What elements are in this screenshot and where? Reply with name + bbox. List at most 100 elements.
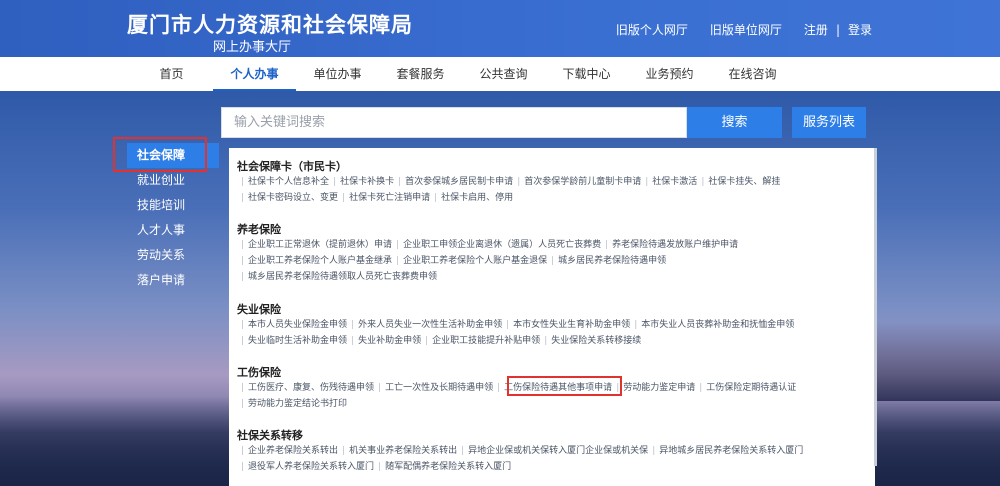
service-link[interactable]: 机关事业养老保险关系转出 <box>349 446 457 456</box>
service-section: 失业保险 | 本市人员失业保险金申领 | 外来人员失业一次性生活补助金申领 | 本市女性失业… <box>237 301 794 349</box>
service-link[interactable]: 劳动能力鉴定结论书打印 <box>248 399 347 409</box>
nav-consult[interactable]: 在线咨询 <box>711 57 794 91</box>
old-unit-link[interactable]: 旧版单位网厅 <box>710 21 782 38</box>
service-link[interactable]: 异地企业保或机关保转入厦门企业保或机关保 <box>468 446 648 456</box>
service-link[interactable]: 工伤保险定期待遇认证 <box>706 383 796 393</box>
service-link[interactable]: 工伤医疗、康复、伤残待遇申领 <box>248 383 374 393</box>
service-link[interactable]: 社保卡密码设立、变更 <box>248 193 338 203</box>
link-row: | 社保卡密码设立、变更 | 社保卡死亡注销申请 | 社保卡启用、停用 <box>237 190 780 206</box>
link-divider: | <box>699 383 703 393</box>
service-link[interactable]: 首次参保城乡居民制卡申请 <box>405 177 513 187</box>
link-divider: | <box>701 177 705 187</box>
link-divider: | <box>241 256 245 266</box>
service-link[interactable]: 本市人员失业保险金申领 <box>248 320 347 330</box>
city-lights <box>875 321 1000 401</box>
link-row: | 企业养老保险关系转出 | 机关事业养老保险关系转出 | 异地企业保或机关保转入厦门企业… <box>237 443 803 459</box>
sidebar-item-talent[interactable]: 人才人事 <box>127 218 227 243</box>
service-link[interactable]: 外来人员失业一次性生活补助金申领 <box>358 320 502 330</box>
site-subtitle: 网上办事大厅 <box>213 40 292 55</box>
link-row: | 城乡居民养老保险待遇领取人员死亡丧葬费申领 <box>237 269 738 285</box>
search-input[interactable] <box>222 108 686 137</box>
link-divider: | <box>461 446 465 456</box>
nav-unit[interactable]: 单位办事 <box>296 57 379 91</box>
link-divider: | <box>241 320 245 330</box>
service-link[interactable]: 随军配偶养老保险关系转入厦门 <box>385 462 511 472</box>
search-box <box>221 107 687 138</box>
link-divider: | <box>497 383 501 393</box>
link-row: | 企业职工养老保险个人账户基金继承 | 企业职工养老保险个人账户基金退保 | 城乡居民养… <box>237 253 738 269</box>
service-link[interactable]: 企业职工技能提升补贴申领 <box>432 336 540 346</box>
sidebar-item-household[interactable]: 落户申请 <box>127 268 227 293</box>
register-link[interactable]: 注册 <box>804 21 828 38</box>
link-row: | 企业职工正常退休（提前退休）申请 | 企业职工申领企业离退休（遗属）人员死亡丧葬费… <box>237 237 738 253</box>
service-link[interactable]: 企业职工正常退休（提前退休）申请 <box>248 240 392 250</box>
link-divider: | <box>241 383 245 393</box>
panel-scrollbar[interactable] <box>874 148 877 466</box>
service-link[interactable]: 退役军人养老保险关系转入厦门 <box>248 462 374 472</box>
service-link[interactable]: 异地城乡居民养老保险关系转入厦门 <box>659 446 803 456</box>
nav-appointment[interactable]: 业务预约 <box>628 57 711 91</box>
service-link[interactable]: 社保卡挂失、解挂 <box>708 177 780 187</box>
section-links: | 本市人员失业保险金申领 | 外来人员失业一次性生活补助金申领 | 本市女性失业生育补助… <box>237 317 794 349</box>
service-section: 社会保障卡（市民卡） | 社保卡个人信息补全 | 社保卡补换卡 | 首次参保城乡居民制卡申请… <box>237 158 780 206</box>
link-divider: | <box>605 240 609 250</box>
service-link[interactable]: 本市女性失业生育补助金申领 <box>513 320 630 330</box>
main-nav: 首页 个人办事 单位办事 套餐服务 公共查询 下载中心 业务预约 在线咨询 <box>0 57 1000 91</box>
link-row: | 本市人员失业保险金申领 | 外来人员失业一次性生活补助金申领 | 本市女性失业生育补助… <box>237 317 794 333</box>
service-link[interactable]: 首次参保学龄前儿童制卡申请 <box>524 177 641 187</box>
service-link[interactable]: 失业保险关系转移接续 <box>551 336 641 346</box>
service-link[interactable]: 劳动能力鉴定申请 <box>623 383 695 393</box>
sidebar-item-labor-relations[interactable]: 劳动关系 <box>127 243 227 268</box>
service-link[interactable]: 城乡居民养老保险待遇申领 <box>558 256 666 266</box>
link-divider: | <box>398 177 402 187</box>
link-divider: | <box>378 462 382 472</box>
service-link[interactable]: 养老保险待遇发放账户维护申请 <box>612 240 738 250</box>
link-divider: | <box>425 336 429 346</box>
link-divider: | <box>241 177 245 187</box>
link-divider: | <box>351 336 355 346</box>
link-divider: | <box>634 320 638 330</box>
header-banner: 厦门市人力资源和社会保障局 网上办事大厅 旧版个人网厅 旧版单位网厅 注册 | … <box>0 0 1000 57</box>
service-link[interactable]: 社保卡激活 <box>652 177 697 187</box>
service-link[interactable]: 社保卡死亡注销申请 <box>349 193 430 203</box>
link-divider: | <box>241 336 245 346</box>
nav-home[interactable]: 首页 <box>130 57 213 91</box>
link-divider: | <box>241 240 245 250</box>
service-section: 养老保险 | 企业职工正常退休（提前退休）申请 | 企业职工申领企业离退休（遗属）人员死… <box>237 221 738 285</box>
service-link[interactable]: 企业职工申领企业离退休（遗属）人员死亡丧葬费 <box>403 240 601 250</box>
search-button[interactable]: 搜索 <box>687 107 782 138</box>
login-link[interactable]: 登录 <box>848 21 872 38</box>
service-link[interactable]: 失业临时生活补助金申领 <box>248 336 347 346</box>
top-links: 旧版个人网厅 旧版单位网厅 注册 | 登录 <box>594 21 872 38</box>
section-links: | 企业职工正常退休（提前退休）申请 | 企业职工申领企业离退休（遗属）人员死亡丧葬费… <box>237 237 738 285</box>
section-title: 养老保险 <box>237 223 281 236</box>
service-link[interactable]: 企业职工养老保险个人账户基金继承 <box>248 256 392 266</box>
link-divider: | <box>241 272 245 282</box>
service-list-button[interactable]: 服务列表 <box>792 107 866 138</box>
section-links: | 社保卡个人信息补全 | 社保卡补换卡 | 首次参保城乡居民制卡申请 | 首次参保学龄前儿童… <box>237 174 780 206</box>
service-link[interactable]: 社保卡个人信息补全 <box>248 177 329 187</box>
nav-personal[interactable]: 个人办事 <box>213 57 296 91</box>
link-divider: | <box>396 256 400 266</box>
old-personal-link[interactable]: 旧版个人网厅 <box>616 21 688 38</box>
link-divider: | <box>378 383 382 393</box>
service-link[interactable]: 企业职工养老保险个人账户基金退保 <box>403 256 547 266</box>
service-link[interactable]: 社保卡补换卡 <box>340 177 394 187</box>
link-divider: | <box>333 177 337 187</box>
section-title: 社保关系转移 <box>237 429 303 442</box>
service-link[interactable]: 城乡居民养老保险待遇领取人员死亡丧葬费申领 <box>248 272 437 282</box>
link-divider: | <box>551 256 555 266</box>
service-link[interactable]: 企业养老保险关系转出 <box>248 446 338 456</box>
nav-package[interactable]: 套餐服务 <box>379 57 462 91</box>
service-link[interactable]: 失业补助金申领 <box>358 336 421 346</box>
sidebar-item-skill-training[interactable]: 技能培训 <box>127 193 227 218</box>
service-link[interactable]: 本市失业人员丧葬补助金和抚恤金申领 <box>641 320 794 330</box>
link-divider: | <box>241 193 245 203</box>
service-link[interactable]: 工亡一次性及长期待遇申领 <box>385 383 493 393</box>
link-divider: | <box>517 177 521 187</box>
service-link[interactable]: 社保卡启用、停用 <box>441 193 513 203</box>
link-divider: | <box>544 336 548 346</box>
nav-download[interactable]: 下载中心 <box>545 57 628 91</box>
nav-public-query[interactable]: 公共查询 <box>462 57 545 91</box>
site-title: 厦门市人力资源和社会保障局 <box>127 13 413 37</box>
